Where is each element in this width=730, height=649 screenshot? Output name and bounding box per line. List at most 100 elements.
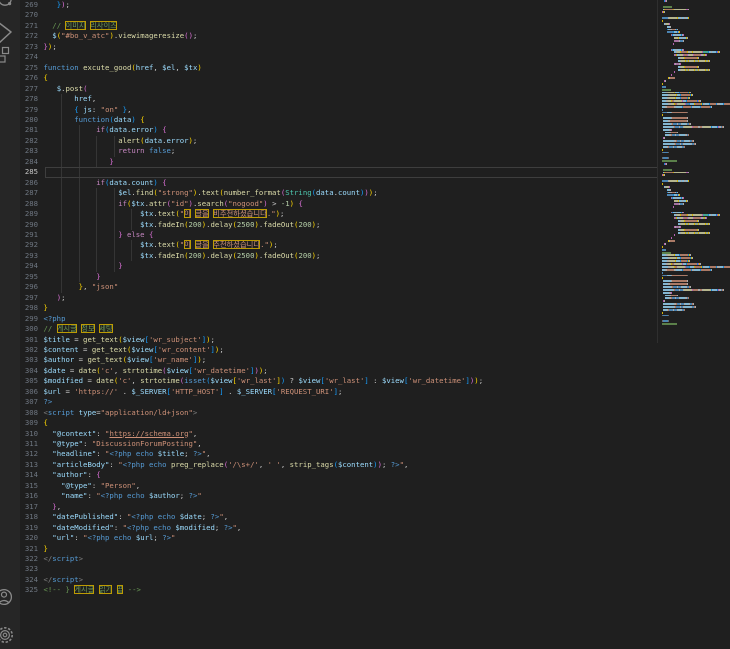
code-line[interactable]: 279 { js: "on" }, (20, 104, 657, 115)
code-line[interactable]: 269 }); (20, 0, 657, 10)
line-number[interactable]: 296 (20, 282, 38, 292)
line-number[interactable]: 278 (20, 94, 38, 104)
code-line[interactable]: 310 "@context": "https://schema.org", (20, 429, 657, 439)
line-number[interactable]: 309 (20, 418, 38, 428)
line-number[interactable]: 311 (20, 439, 38, 449)
code-line[interactable]: 307 ?> (20, 397, 657, 407)
code-line[interactable]: 275 function excute_good(href, $el, $tx) (20, 63, 657, 73)
line-number[interactable]: 306 (20, 387, 38, 397)
account-icon[interactable] (0, 587, 16, 607)
code-line[interactable]: 315 "@type": "Person", (20, 481, 657, 491)
line-number[interactable]: 281 (20, 125, 38, 135)
line-number[interactable]: 285 (20, 167, 38, 177)
code-line[interactable]: 308 <script type="application/ld+json"> (20, 408, 657, 418)
line-number[interactable]: 305 (20, 376, 38, 386)
line-number[interactable]: 286 (20, 178, 38, 188)
line-number[interactable]: 277 (20, 84, 38, 94)
code-line[interactable]: 290 $tx.fadeIn(200).delay(2500).fadeOut(… (20, 219, 657, 230)
line-number[interactable]: 318 (20, 512, 38, 522)
code-line[interactable]: 288 if($tx.attr("id").search("nogood") >… (20, 198, 657, 210)
code-line[interactable]: 300 // 게시글 정보 세팅 (20, 324, 657, 334)
code-line[interactable]: 295 } (20, 271, 657, 283)
line-number[interactable]: 287 (20, 188, 38, 198)
code-editor[interactable]: 269 }); 270 271 // 이미지 리사이즈 272 $("#bo_v_at… (20, 0, 657, 649)
code-line[interactable]: 272 $("#bo_v_atc").viewimageresize(); (20, 31, 657, 41)
code-line[interactable]: 283 return false; (20, 146, 657, 157)
code-line[interactable]: 309 { (20, 418, 657, 428)
extensions-icon[interactable] (0, 45, 14, 65)
line-number[interactable]: 293 (20, 251, 38, 261)
code-line[interactable]: 312 "headline": "<?php echo $title; ?>", (20, 449, 657, 459)
code-line[interactable]: 280 function(data) { (20, 114, 657, 126)
line-number[interactable]: 325 (20, 585, 38, 595)
line-number[interactable]: 321 (20, 544, 38, 554)
line-number[interactable]: 280 (20, 115, 38, 125)
line-number[interactable]: 300 (20, 324, 38, 334)
line-number[interactable]: 315 (20, 481, 38, 491)
line-number[interactable]: 304 (20, 366, 38, 376)
current-code-line[interactable]: 285 (20, 167, 657, 178)
code-line[interactable]: 319 "dateModified": "<?php echo $modifie… (20, 523, 657, 533)
line-number[interactable]: 283 (20, 146, 38, 156)
line-number[interactable]: 282 (20, 136, 38, 146)
code-line[interactable]: 287 $el.find("strong").text(number_forma… (20, 188, 657, 199)
code-line[interactable]: 322 </script> (20, 554, 657, 564)
code-line[interactable]: 294 } (20, 261, 657, 272)
code-line[interactable]: 321} (20, 544, 657, 554)
activity-bar[interactable] (0, 0, 20, 649)
code-line[interactable]: 301 $title = get_text($view['wr_subject']… (20, 335, 657, 345)
code-line[interactable]: 273}); (20, 42, 657, 52)
line-number[interactable]: 313 (20, 460, 38, 470)
code-line[interactable]: 276 { (20, 73, 657, 83)
code-line[interactable]: 270 (20, 10, 657, 20)
code-line[interactable]: 323 (20, 564, 657, 574)
code-line[interactable]: 305 $modified = date('c', strtotime(isset… (20, 376, 657, 386)
line-number[interactable]: 297 (20, 293, 38, 303)
code-line[interactable]: 289 $tx.text("이 글을 비추천하셨습니다."); (20, 209, 657, 220)
code-line[interactable]: 299 <?php (20, 314, 657, 324)
code-line[interactable]: 298} (20, 303, 657, 313)
line-number[interactable]: 320 (20, 533, 38, 543)
line-number[interactable]: 288 (20, 199, 38, 209)
chevron-run-icon[interactable] (0, 20, 14, 46)
line-number[interactable]: 274 (20, 52, 38, 62)
line-number[interactable]: 272 (20, 31, 38, 41)
line-number[interactable]: 270 (20, 10, 38, 20)
line-number[interactable]: 271 (20, 21, 38, 31)
line-number[interactable]: 284 (20, 157, 38, 167)
line-number[interactable]: 269 (20, 0, 38, 10)
line-number[interactable]: 323 (20, 564, 38, 574)
code-line[interactable]: 320 "url": "<?php echo $url; ?>" (20, 533, 657, 543)
line-number[interactable]: 303 (20, 355, 38, 365)
line-number[interactable]: 289 (20, 209, 38, 219)
code-line[interactable]: 278 href, (20, 94, 657, 105)
line-number[interactable]: 301 (20, 335, 38, 345)
line-number[interactable]: 307 (20, 397, 38, 407)
line-number[interactable]: 291 (20, 230, 38, 240)
code-line[interactable]: 271 // 이미지 리사이즈 (20, 20, 657, 31)
line-number[interactable]: 312 (20, 449, 38, 459)
line-number[interactable]: 298 (20, 303, 38, 313)
code-line[interactable]: 296 }, "json" (20, 282, 657, 293)
code-line[interactable]: 284 } (20, 156, 657, 168)
code-line[interactable]: 316 "name": "<?php echo $author; ?>" (20, 491, 657, 501)
line-number[interactable]: 276 (20, 73, 38, 83)
line-number[interactable]: 317 (20, 502, 38, 512)
minimap[interactable] (662, 0, 730, 649)
code-line[interactable]: 306 $url = 'https://' . $_SERVER['HTTP_HO… (20, 387, 657, 397)
line-number[interactable]: 279 (20, 105, 38, 115)
line-number[interactable]: 319 (20, 523, 38, 533)
line-number[interactable]: 290 (20, 220, 38, 230)
line-number[interactable]: 294 (20, 261, 38, 271)
code-line[interactable]: 304 $date = date('c', strtotime($view['wr… (20, 366, 657, 376)
code-line[interactable]: 293 $tx.fadeIn(200).delay(2500).fadeOut(… (20, 250, 657, 262)
line-number[interactable]: 299 (20, 314, 38, 324)
code-line[interactable]: 297 ); (20, 293, 657, 303)
code-line[interactable]: 282 alert(data.error); (20, 135, 657, 147)
line-number[interactable]: 292 (20, 240, 38, 250)
code-line[interactable]: 274 (20, 52, 657, 62)
line-number[interactable]: 275 (20, 63, 38, 73)
line-number[interactable]: 310 (20, 429, 38, 439)
line-number[interactable]: 316 (20, 491, 38, 501)
code-line[interactable]: 325 <!-- } 게시글 읽기 끝 --> (20, 585, 657, 595)
